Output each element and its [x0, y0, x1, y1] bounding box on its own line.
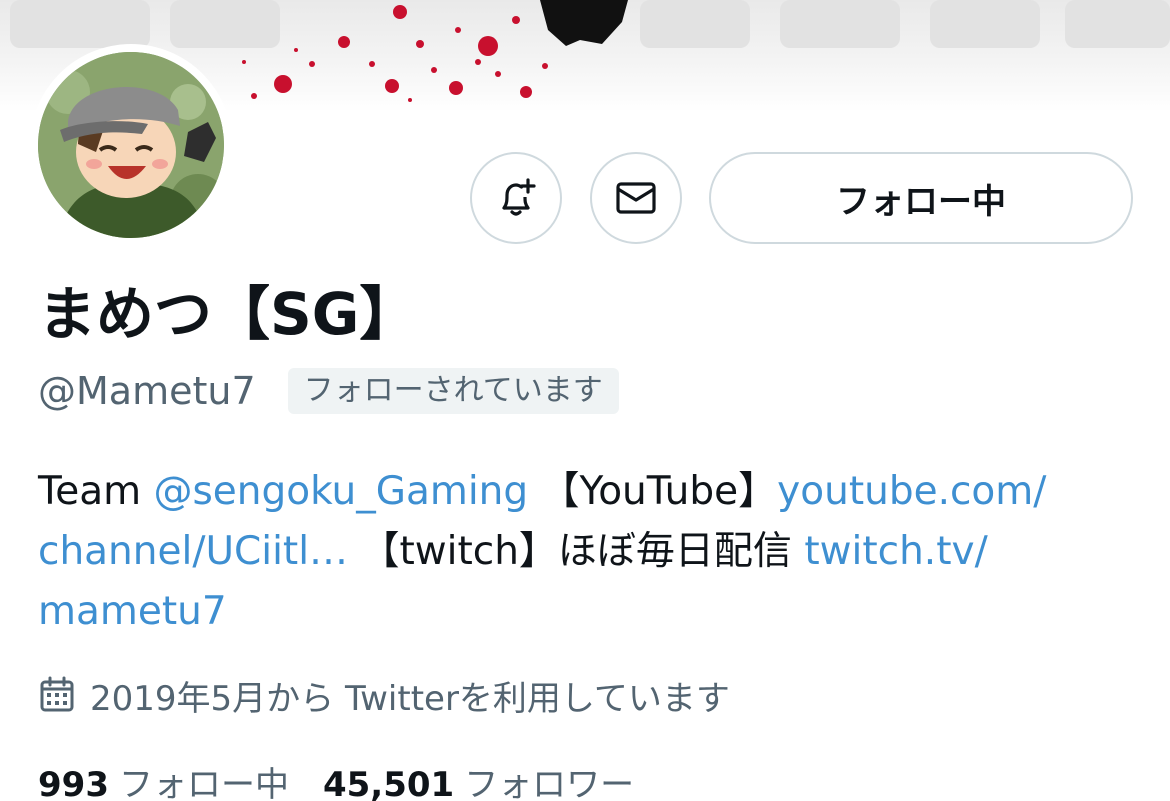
bio-text: 【YouTube】 — [528, 469, 778, 514]
follows-you-badge: フォローされています — [287, 368, 619, 414]
following-stat[interactable]: 993 フォロー中 — [38, 757, 289, 801]
calendar-icon — [38, 676, 76, 714]
followers-label: フォロワー — [464, 764, 635, 801]
following-count: 993 — [38, 764, 109, 801]
sakura-petals — [242, 5, 548, 102]
joined-text: 2019年5月から Twitterを利用しています — [90, 678, 730, 719]
profile-bio: Team @sengoku_Gaming 【YouTube】youtube.co… — [38, 462, 1138, 642]
following-button[interactable]: フォロー中 — [709, 152, 1133, 244]
mention-link[interactable]: @sengoku_Gaming — [153, 469, 528, 514]
twitch-link[interactable]: twitch.tv/ — [804, 529, 987, 574]
avatar[interactable] — [38, 52, 224, 238]
brush-mark — [540, 0, 628, 46]
bio-line: channel/UCiitl… 【twitch】ほぼ毎日配信 twitch.tv… — [38, 522, 1138, 582]
profile-page: フォロー中 まめつ【SG】 @Mametu7 フォローされています Team @… — [0, 0, 1170, 801]
youtube-link[interactable]: youtube.com/ — [777, 469, 1046, 514]
followers-count: 45,501 — [322, 764, 455, 801]
youtube-link[interactable]: channel/UCiitl… — [38, 529, 348, 574]
followers-stat[interactable]: 45,501 フォロワー — [323, 757, 634, 801]
display-name: まめつ【SG】 — [38, 280, 418, 348]
handle-row: @Mametu7 フォローされています — [38, 365, 619, 417]
avatar-illustration — [38, 52, 224, 238]
following-label: フォロー中 — [118, 764, 289, 801]
bell-plus-icon — [494, 176, 538, 220]
bio-text: 【twitch】ほぼ毎日配信 — [348, 529, 805, 574]
envelope-icon — [613, 175, 659, 221]
message-button[interactable] — [590, 152, 682, 244]
follow-stats: 993 フォロー中 45,501 フォロワー — [38, 756, 634, 801]
bio-text: Team — [38, 469, 154, 514]
bio-line: Team @sengoku_Gaming 【YouTube】youtube.co… — [38, 462, 1138, 522]
twitch-link[interactable]: mametu7 — [38, 589, 227, 634]
notification-bell-button[interactable] — [470, 152, 562, 244]
user-handle: @Mametu7 — [38, 369, 256, 413]
joined-date: 2019年5月から Twitterを利用しています — [38, 670, 730, 720]
bio-line: mametu7 — [38, 582, 1138, 642]
